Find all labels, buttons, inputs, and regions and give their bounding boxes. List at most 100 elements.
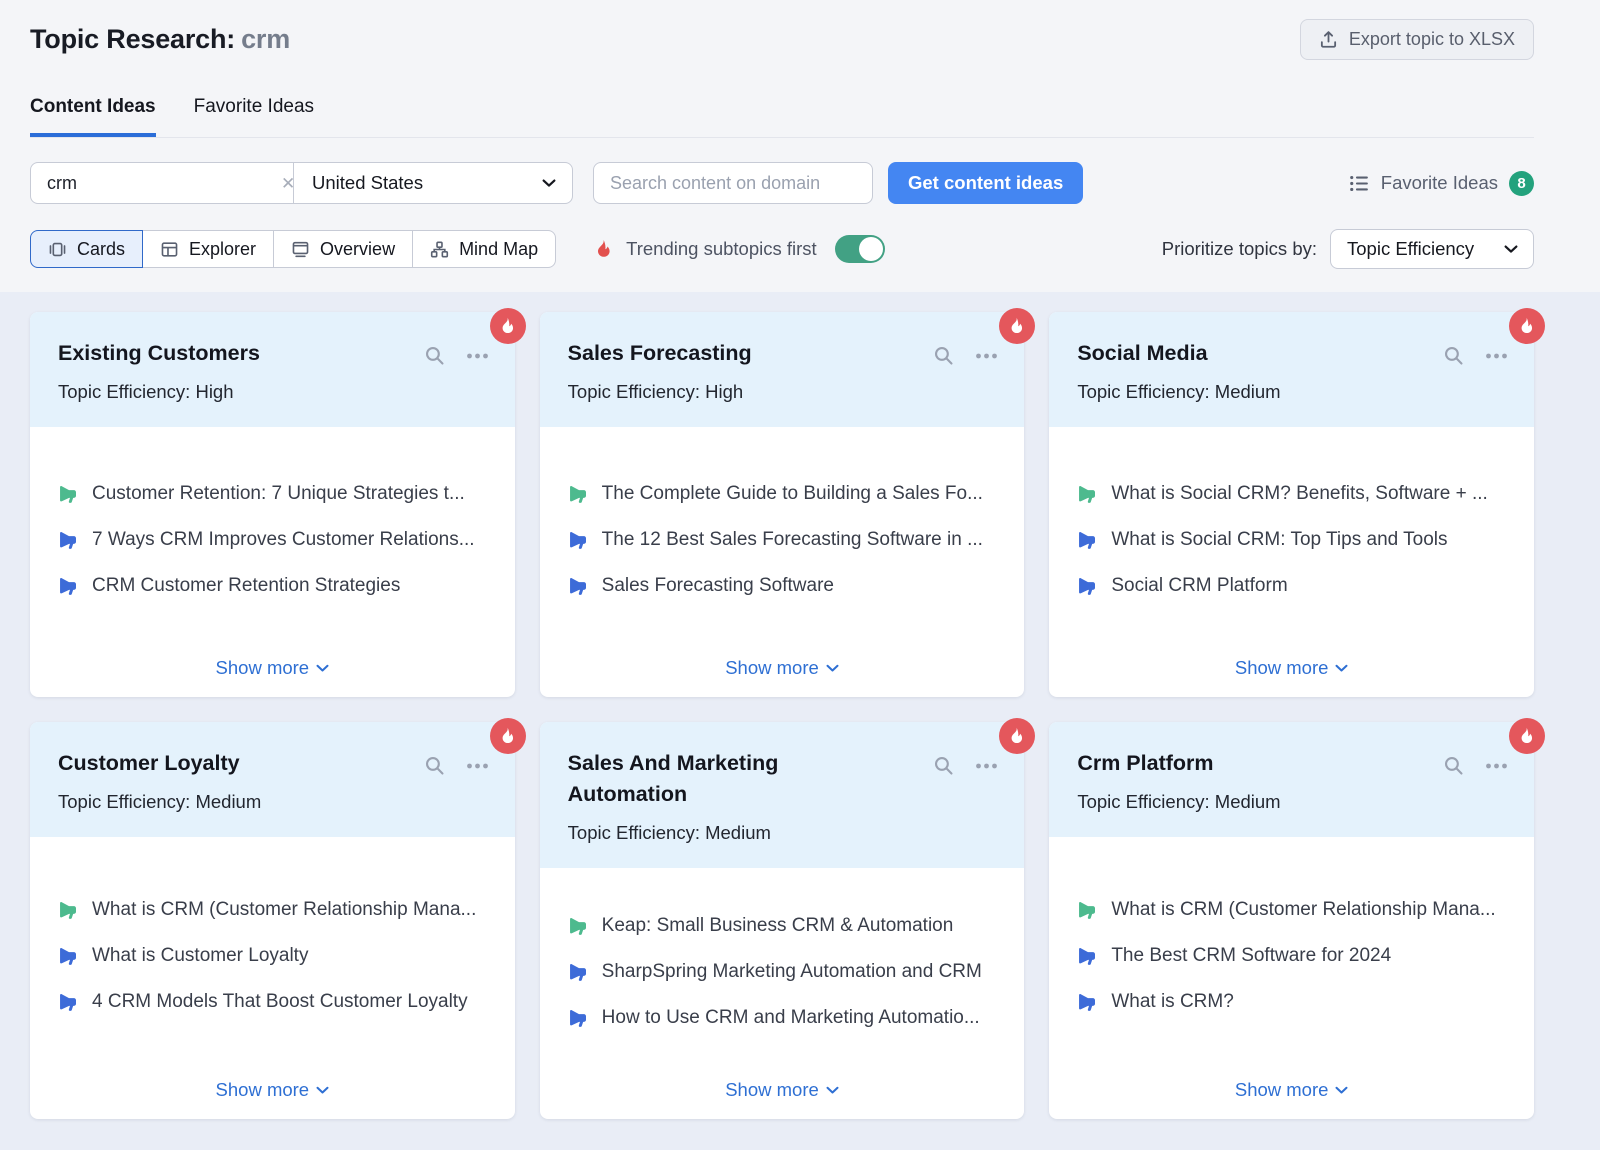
card-body: What is CRM (Customer Relationship Mana.… (30, 837, 515, 1119)
chevron-down-icon (542, 179, 556, 188)
show-more-link[interactable]: Show more (1235, 1069, 1349, 1101)
chevron-down-icon (316, 1086, 329, 1095)
card-efficiency: Topic Efficiency: High (568, 381, 752, 403)
card-title: Sales Forecasting (568, 338, 752, 369)
content-idea-item[interactable]: What is Customer Loyalty (58, 945, 487, 967)
card-search-icon[interactable] (933, 755, 954, 776)
card-title: Social Media (1077, 338, 1280, 369)
show-more-link[interactable]: Show more (1235, 647, 1349, 679)
card-menu-icon[interactable] (466, 763, 489, 769)
card-title: Sales And Marketing Automation (568, 748, 878, 810)
topic-card: Crm Platform Topic Efficiency: Medium Wh… (1049, 722, 1534, 1119)
view-mindmap-label: Mind Map (459, 239, 538, 260)
show-more-link[interactable]: Show more (725, 1069, 839, 1101)
content-idea-item[interactable]: What is Social CRM: Top Tips and Tools (1077, 529, 1506, 551)
card-search-icon[interactable] (424, 755, 445, 776)
efficiency-value: High (705, 381, 743, 402)
idea-text: What is Social CRM: Top Tips and Tools (1111, 529, 1447, 551)
card-menu-icon[interactable] (466, 353, 489, 359)
content-idea-item[interactable]: What is CRM (Customer Relationship Mana.… (1077, 899, 1506, 921)
card-title: Customer Loyalty (58, 748, 261, 779)
chevron-down-icon (1504, 245, 1518, 254)
megaphone-icon (568, 916, 588, 936)
show-more-label: Show more (725, 657, 819, 679)
idea-text: What is Customer Loyalty (92, 945, 308, 967)
content-idea-item[interactable]: 7 Ways CRM Improves Customer Relations..… (58, 529, 487, 551)
idea-text: What is CRM? (1111, 991, 1233, 1013)
topic-card: Existing Customers Topic Efficiency: Hig… (30, 312, 515, 697)
card-search-icon[interactable] (1443, 755, 1464, 776)
card-header: Customer Loyalty Topic Efficiency: Mediu… (30, 722, 515, 837)
idea-text: Keap: Small Business CRM & Automation (602, 915, 954, 937)
megaphone-icon (58, 576, 78, 596)
card-efficiency: Topic Efficiency: Medium (1077, 381, 1280, 403)
card-body: What is Social CRM? Benefits, Software +… (1049, 427, 1534, 697)
content-idea-item[interactable]: 4 CRM Models That Boost Customer Loyalty (58, 991, 487, 1013)
show-more-link[interactable]: Show more (216, 647, 330, 679)
content-idea-item[interactable]: The Best CRM Software for 2024 (1077, 945, 1506, 967)
megaphone-icon (568, 530, 588, 550)
megaphone-icon (58, 530, 78, 550)
card-menu-icon[interactable] (975, 763, 998, 769)
idea-text: 4 CRM Models That Boost Customer Loyalty (92, 991, 468, 1013)
content-idea-item[interactable]: CRM Customer Retention Strategies (58, 575, 487, 597)
content-idea-item[interactable]: The 12 Best Sales Forecasting Software i… (568, 529, 997, 551)
megaphone-icon (1077, 992, 1097, 1012)
view-cards-button[interactable]: Cards (30, 230, 143, 268)
content-idea-item[interactable]: The Complete Guide to Building a Sales F… (568, 483, 997, 505)
idea-text: The Complete Guide to Building a Sales F… (602, 483, 983, 505)
card-search-icon[interactable] (933, 345, 954, 366)
prioritize-select-value: Topic Efficiency (1347, 238, 1474, 260)
region-select[interactable]: United States (293, 163, 572, 203)
megaphone-icon (58, 484, 78, 504)
efficiency-value: Medium (1215, 791, 1281, 812)
idea-text: SharpSpring Marketing Automation and CRM (602, 961, 982, 983)
content-idea-item[interactable]: SharpSpring Marketing Automation and CRM (568, 961, 997, 983)
trending-badge (490, 308, 526, 344)
get-content-ideas-button[interactable]: Get content ideas (888, 162, 1083, 204)
megaphone-icon (1077, 946, 1097, 966)
megaphone-icon (1077, 484, 1097, 504)
card-search-icon[interactable] (424, 345, 445, 366)
tab-favorite-ideas[interactable]: Favorite Ideas (194, 96, 314, 137)
content-idea-item[interactable]: How to Use CRM and Marketing Automatio..… (568, 1007, 997, 1029)
page-title: Topic Research:crm (30, 24, 290, 55)
content-idea-item[interactable]: What is CRM (Customer Relationship Mana.… (58, 899, 487, 921)
trending-toggle-group: Trending subtopics first (594, 235, 885, 263)
domain-search-input[interactable] (593, 162, 873, 204)
trending-toggle[interactable] (835, 235, 885, 263)
view-explorer-button[interactable]: Explorer (142, 230, 274, 268)
content-idea-item[interactable]: Social CRM Platform (1077, 575, 1506, 597)
content-idea-item[interactable]: Keap: Small Business CRM & Automation (568, 915, 997, 937)
favorite-ideas-link[interactable]: Favorite Ideas 8 (1349, 171, 1534, 196)
idea-text: How to Use CRM and Marketing Automatio..… (602, 1007, 980, 1029)
overview-icon (291, 240, 310, 259)
idea-text: Customer Retention: 7 Unique Strategies … (92, 483, 465, 505)
topic-cards-grid: Existing Customers Topic Efficiency: Hig… (0, 292, 1600, 1119)
flame-icon (594, 239, 614, 259)
efficiency-value: High (195, 381, 233, 402)
megaphone-icon (58, 946, 78, 966)
card-menu-icon[interactable] (975, 353, 998, 359)
content-idea-item[interactable]: Customer Retention: 7 Unique Strategies … (58, 483, 487, 505)
efficiency-label: Topic Efficiency: (58, 791, 190, 812)
prioritize-select[interactable]: Topic Efficiency (1330, 229, 1534, 269)
show-more-link[interactable]: Show more (216, 1069, 330, 1101)
card-search-icon[interactable] (1443, 345, 1464, 366)
view-mindmap-button[interactable]: Mind Map (412, 230, 556, 268)
view-overview-button[interactable]: Overview (273, 230, 413, 268)
megaphone-icon (568, 576, 588, 596)
card-menu-icon[interactable] (1485, 763, 1508, 769)
content-idea-item[interactable]: What is CRM? (1077, 991, 1506, 1013)
content-idea-item[interactable]: Sales Forecasting Software (568, 575, 997, 597)
card-menu-icon[interactable] (1485, 353, 1508, 359)
tab-content-ideas[interactable]: Content Ideas (30, 96, 156, 137)
show-more-link[interactable]: Show more (725, 647, 839, 679)
export-topic-button[interactable]: Export topic to XLSX (1300, 19, 1534, 60)
trending-badge (999, 308, 1035, 344)
prioritize-label: Prioritize topics by: (1162, 238, 1317, 260)
view-cards-label: Cards (77, 239, 125, 260)
upload-icon (1319, 30, 1338, 49)
keyword-input[interactable] (47, 173, 279, 194)
content-idea-item[interactable]: What is Social CRM? Benefits, Software +… (1077, 483, 1506, 505)
